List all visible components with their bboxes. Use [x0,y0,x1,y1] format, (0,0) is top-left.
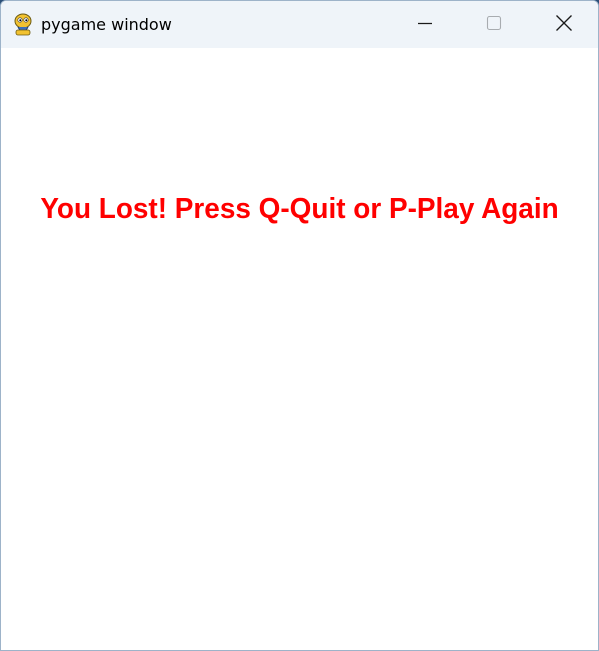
maximize-button[interactable] [459,1,529,48]
close-button[interactable] [529,1,598,48]
game-over-message: You Lost! Press Q-Quit or P-Play Again [40,193,559,225]
pygame-snake-icon [12,13,34,37]
title-bar[interactable]: pygame window [1,1,598,48]
minimize-button[interactable] [390,1,460,48]
game-surface[interactable]: You Lost! Press Q-Quit or P-Play Again [1,48,598,650]
window-title: pygame window [41,15,172,34]
pygame-window: pygame window You Lost! Press Q-Quit or … [0,0,599,651]
maximize-icon [486,15,502,35]
minimize-icon [417,15,433,35]
close-icon [555,14,573,36]
